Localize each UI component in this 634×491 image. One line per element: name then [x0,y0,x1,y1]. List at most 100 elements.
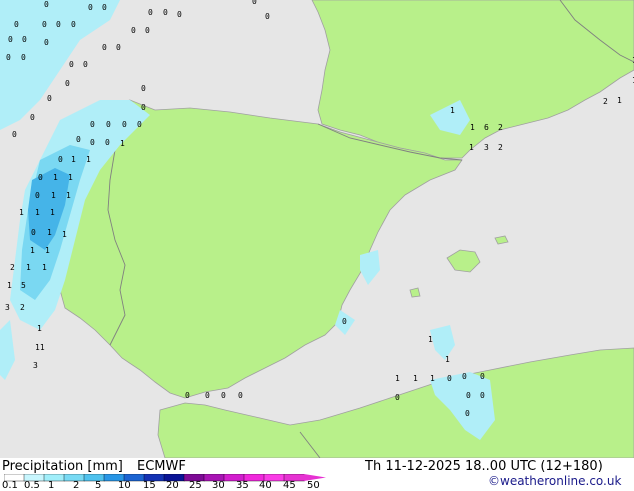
legend-tick-label: 20 [166,480,179,491]
grid-value: 0 [88,3,93,12]
precipitation-map: 0000000000000000000000000000000000001011… [0,0,634,459]
grid-value: 0 [137,120,142,129]
grid-value: 0 [76,135,81,144]
grid-value: 0 [58,155,63,164]
grid-value: 0 [480,391,485,400]
grid-value: 0 [465,409,470,418]
legend-tick-label: 1 [48,480,55,491]
grid-value: 0 [8,35,13,44]
grid-value: 1 [428,335,433,344]
grid-value: 1 [35,208,40,217]
grid-value: 1 [30,246,35,255]
grid-value: 1 [413,374,418,383]
legend-tick-label: 45 [283,480,296,491]
grid-value: 0 [205,391,210,400]
grid-value: 1 [26,263,31,272]
grid-value: 1 [19,208,24,217]
grid-value: 3 [484,143,489,152]
grid-value: 3 [33,361,38,370]
grid-value: 0 [466,391,471,400]
grid-value: 0 [35,191,40,200]
grid-value: 1 [66,191,71,200]
grid-value: 6 [484,123,489,132]
grid-value: 1 [68,173,73,182]
grid-value: 1 [71,155,76,164]
grid-value: 0 [221,391,226,400]
grid-value: 0 [177,10,182,19]
grid-value: 2 [498,143,503,152]
grid-value: 0 [83,60,88,69]
grid-value: 0 [480,372,485,381]
legend-tick-label: 30 [212,480,225,491]
grid-value: 0 [31,228,36,237]
grid-value: 0 [185,391,190,400]
grid-value: 1 [450,106,455,115]
grid-value: 0 [342,317,347,326]
grid-value: 1 [53,173,58,182]
grid-value: 1 [445,355,450,364]
grid-value: 11 [35,343,45,352]
grid-value: 0 [65,79,70,88]
grid-value: 0 [105,138,110,147]
grid-value: 2 [20,303,25,312]
grid-value: 1 [86,155,91,164]
grid-value: 3 [5,303,10,312]
grid-value: 0 [447,374,452,383]
grid-value: 0 [38,173,43,182]
grid-value: 1 [469,143,474,152]
grid-value: 0 [90,138,95,147]
legend-ticks: 0.1 0.5 1 2 5 10 15 20 25 30 35 40 45 50 [0,480,340,491]
grid-value: 1 [430,374,435,383]
grid-value: 0 [122,120,127,129]
grid-value: 0 [265,12,270,21]
grid-value: 1 [42,263,47,272]
grid-value: 0 [102,3,107,12]
grid-value: 1 [47,228,52,237]
chart-title: Precipitation [mm] [2,459,123,474]
grid-value: 2 [603,97,608,106]
grid-value: 0 [252,0,257,6]
grid-value: 0 [44,38,49,47]
ibiza-land [409,287,421,298]
grid-value: 0 [131,26,136,35]
grid-value: 1 [50,208,55,217]
grid-value: 1 [617,96,622,105]
legend-tick-label: 0.1 [2,480,18,491]
legend-tick-label: 50 [307,480,320,491]
grid-value: 1 [470,123,475,132]
model-name: ECMWF [137,459,186,474]
grid-value: 0 [69,60,74,69]
credit-link[interactable]: ©weatheronline.co.uk [488,474,621,488]
grid-value: 0 [395,393,400,402]
grid-value: 0 [12,130,17,139]
grid-value: 0 [141,103,146,112]
grid-value: 1 [62,230,67,239]
legend-tick-label: 15 [143,480,156,491]
footer: Precipitation [mm] ECMWF Th 11-12-2025 1… [0,458,634,491]
legend-tick-label: 35 [236,480,249,491]
grid-value: 0 [102,43,107,52]
grid-value: 0 [21,53,26,62]
grid-value: 1 [7,281,12,290]
grid-value: 0 [106,120,111,129]
grid-value: 0 [22,35,27,44]
grid-value: 1 [37,324,42,333]
legend-tick-label: 0.5 [24,480,40,491]
grid-value: 0 [71,20,76,29]
map-canvas: 0 0 00 0 0000 0 0 00 0 00 00 00 00 00000000 0 0 00 0 0 10 1 1… [0,0,634,459]
grid-value: 2 [498,123,503,132]
grid-value: 0 [90,120,95,129]
grid-value: 0 [148,8,153,17]
grid-value: 0 [141,84,146,93]
grid-value: 2 [10,263,15,272]
grid-value: 0 [462,372,467,381]
grid-value: 0 [42,20,47,29]
legend-tick-label: 5 [95,480,102,491]
grid-value: 1 [395,374,400,383]
grid-value: 0 [116,43,121,52]
grid-value: 0 [47,94,52,103]
grid-value: 5 [21,281,26,290]
grid-value: 1 [51,191,56,200]
grid-value: 0 [145,26,150,35]
legend-tick-label: 25 [189,480,202,491]
